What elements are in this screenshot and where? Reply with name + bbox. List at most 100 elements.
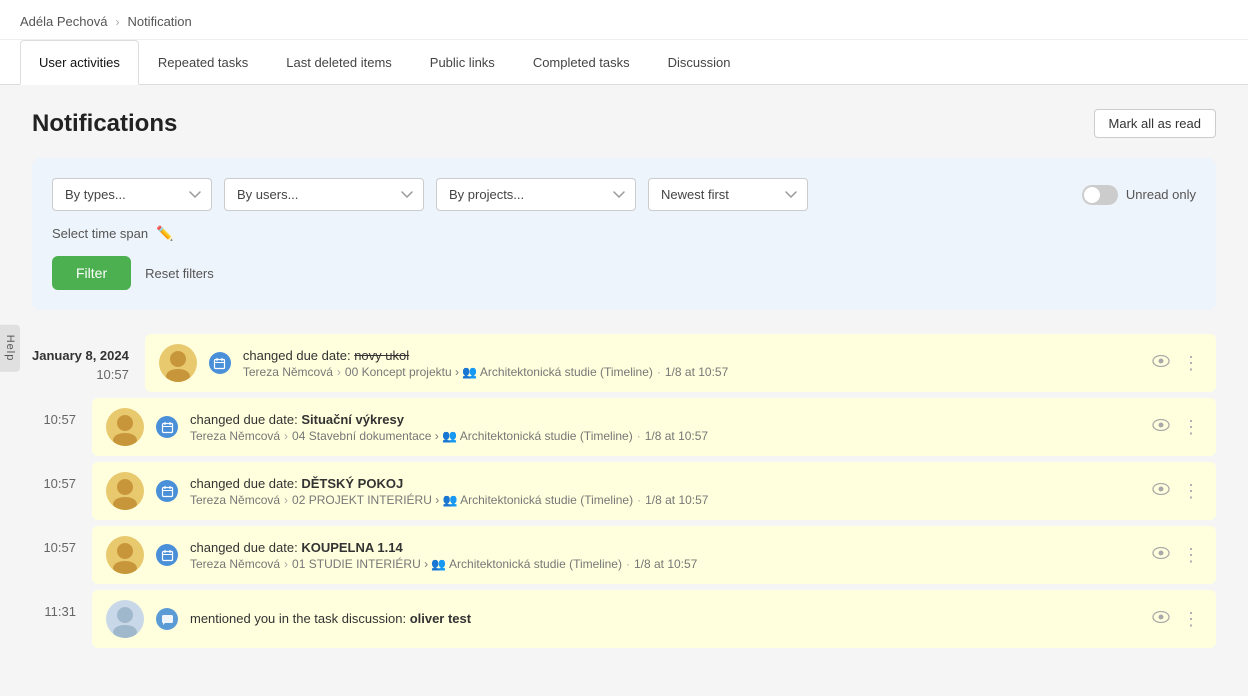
unread-only-label: Unread only — [1126, 187, 1196, 202]
notif-main-text: changed due date: KOUPELNA 1.14 — [190, 540, 1138, 555]
more-options-button[interactable]: ⋮ — [1180, 607, 1202, 632]
notif-actions: ⋮ — [1150, 351, 1202, 376]
notif-user: Tereza Němcová — [190, 429, 280, 443]
unread-only-toggle[interactable] — [1082, 185, 1118, 205]
tab-last-deleted-items[interactable]: Last deleted items — [267, 40, 411, 85]
notif-time: 10:57 — [32, 526, 92, 555]
notif-card: changed due date: novy ukol Tereza Němcov… — [145, 334, 1216, 392]
notif-user: Tereza Němcová — [243, 365, 333, 379]
filter-button[interactable]: Filter — [52, 256, 131, 290]
notif-body: mentioned you in the task discussion: ol… — [190, 611, 1138, 628]
task-name: DĚTSKÝ POKOJ — [301, 476, 403, 491]
breadcrumb-user[interactable]: Adéla Pechová — [20, 14, 107, 29]
notif-path: 00 Koncept projektu › 👥 Architektonická … — [345, 365, 653, 379]
notif-sub-text: Tereza Němcová›01 STUDIE INTERIÉRU › 👥 A… — [190, 557, 1138, 571]
calendar-icon — [156, 544, 178, 566]
notif-sub-text: Tereza Němcová›02 PROJEKT INTERIÉRU › 👥 … — [190, 493, 1138, 507]
filter-by-types[interactable]: By types... — [52, 178, 212, 211]
notif-actions: ⋮ — [1150, 543, 1202, 568]
mark-read-button[interactable] — [1150, 480, 1172, 502]
unread-only-toggle-container: Unread only — [1082, 185, 1196, 205]
calendar-icon — [209, 352, 231, 374]
tab-repeated-tasks[interactable]: Repeated tasks — [139, 40, 267, 85]
notif-card: changed due date: KOUPELNA 1.14 Tereza Ně… — [92, 526, 1216, 584]
tab-user-activities[interactable]: User activities — [20, 40, 139, 85]
calendar-icon — [156, 480, 178, 502]
notification-row: 11:31 mentioned you in the task discussio… — [32, 590, 1216, 652]
notification-row: 10:57 changed due date: KOUPELNA 1.14 Tere… — [32, 526, 1216, 588]
mark-read-button[interactable] — [1150, 416, 1172, 438]
task-name: oliver test — [410, 611, 471, 626]
mark-all-read-button[interactable]: Mark all as read — [1094, 109, 1216, 138]
calendar-icon — [156, 416, 178, 438]
mark-read-button[interactable] — [1150, 544, 1172, 566]
more-options-button[interactable]: ⋮ — [1180, 351, 1202, 376]
notif-sub-text: Tereza Němcová › 00 Koncept projektu › 👥 A… — [243, 365, 1138, 379]
notif-card: changed due date: Situační výkresy Tereza… — [92, 398, 1216, 456]
task-name: KOUPELNA 1.14 — [301, 540, 402, 555]
more-options-button[interactable]: ⋮ — [1180, 415, 1202, 440]
sep: › — [284, 557, 288, 571]
notification-list: January 8, 202410:57 changed due date: no… — [32, 334, 1216, 654]
filter-panel: By types... By users... By projects... N… — [32, 158, 1216, 310]
time-span-text[interactable]: Select time span — [52, 226, 148, 241]
notif-actions: ⋮ — [1150, 415, 1202, 440]
page-header: Notifications Mark all as read — [32, 109, 1216, 138]
notif-time-sub: 1/8 at 10:57 — [645, 429, 708, 443]
filter-by-projects[interactable]: By projects... — [436, 178, 636, 211]
sep: › — [284, 493, 288, 507]
filter-by-users[interactable]: By users... — [224, 178, 424, 211]
sep2: · — [626, 557, 630, 571]
sep2: · — [657, 365, 661, 379]
reset-filters-link[interactable]: Reset filters — [145, 266, 214, 281]
mark-read-button[interactable] — [1150, 608, 1172, 630]
notif-main-text: changed due date: novy ukol — [243, 348, 1138, 363]
notification-row: January 8, 202410:57 changed due date: no… — [32, 334, 1216, 396]
notif-main-text: mentioned you in the task discussion: ol… — [190, 611, 1138, 626]
notif-path: 01 STUDIE INTERIÉRU › 👥 Architektonická … — [292, 557, 622, 571]
notif-time-sub: 1/8 at 10:57 — [665, 365, 728, 379]
comment-icon — [156, 608, 178, 630]
notif-time: January 8, 202410:57 — [32, 334, 145, 382]
more-options-button[interactable]: ⋮ — [1180, 543, 1202, 568]
avatar — [159, 344, 197, 382]
notif-time-sub: 1/8 at 10:57 — [645, 493, 708, 507]
tab-completed-tasks[interactable]: Completed tasks — [514, 40, 649, 85]
avatar — [106, 472, 144, 510]
tabs-bar: User activitiesRepeated tasksLast delete… — [0, 40, 1248, 85]
notif-sub-text: Tereza Němcová › 04 Stavební dokumentace ›… — [190, 429, 1138, 443]
sep: › — [337, 365, 341, 379]
notif-time: 11:31 — [32, 590, 92, 619]
notif-time: 10:57 — [32, 462, 92, 491]
notif-body: changed due date: DĚTSKÝ POKOJTereza Něm… — [190, 476, 1138, 507]
edit-icon[interactable]: ✏️ — [156, 225, 173, 242]
notif-time: 10:57 — [32, 398, 92, 427]
avatar — [106, 600, 144, 638]
sep2: · — [637, 429, 641, 443]
page-title: Notifications — [32, 110, 177, 138]
notif-path: 04 Stavební dokumentace › 👥 Architektoni… — [292, 429, 633, 443]
sep2: · — [637, 493, 641, 507]
help-sidebar[interactable]: Help — [0, 325, 20, 372]
tab-public-links[interactable]: Public links — [411, 40, 514, 85]
more-options-button[interactable]: ⋮ — [1180, 479, 1202, 504]
notif-body: changed due date: Situační výkresy Tereza… — [190, 412, 1138, 443]
tab-discussion[interactable]: Discussion — [649, 40, 750, 85]
notif-time-sub: 1/8 at 10:57 — [634, 557, 697, 571]
mark-read-button[interactable] — [1150, 352, 1172, 374]
avatar — [106, 408, 144, 446]
notif-body: changed due date: novy ukol Tereza Němcov… — [243, 348, 1138, 379]
filter-sort[interactable]: Newest firstOldest first — [648, 178, 808, 211]
notification-row: 10:57 changed due date: DĚTSKÝ POKOJTerez… — [32, 462, 1216, 524]
breadcrumb-page: Notification — [127, 14, 191, 29]
notif-main-text: changed due date: Situační výkresy — [190, 412, 1138, 427]
sep: › — [284, 429, 288, 443]
notif-body: changed due date: KOUPELNA 1.14 Tereza Ně… — [190, 540, 1138, 571]
breadcrumb-sep: › — [115, 15, 119, 29]
notification-row: 10:57 changed due date: Situační výkresy T… — [32, 398, 1216, 460]
notif-path: 02 PROJEKT INTERIÉRU › 👥 Architektonická… — [292, 493, 633, 507]
task-name: novy ukol — [354, 348, 409, 363]
notif-actions: ⋮ — [1150, 479, 1202, 504]
notif-card: mentioned you in the task discussion: ol… — [92, 590, 1216, 648]
notif-card: changed due date: DĚTSKÝ POKOJTereza Něm… — [92, 462, 1216, 520]
